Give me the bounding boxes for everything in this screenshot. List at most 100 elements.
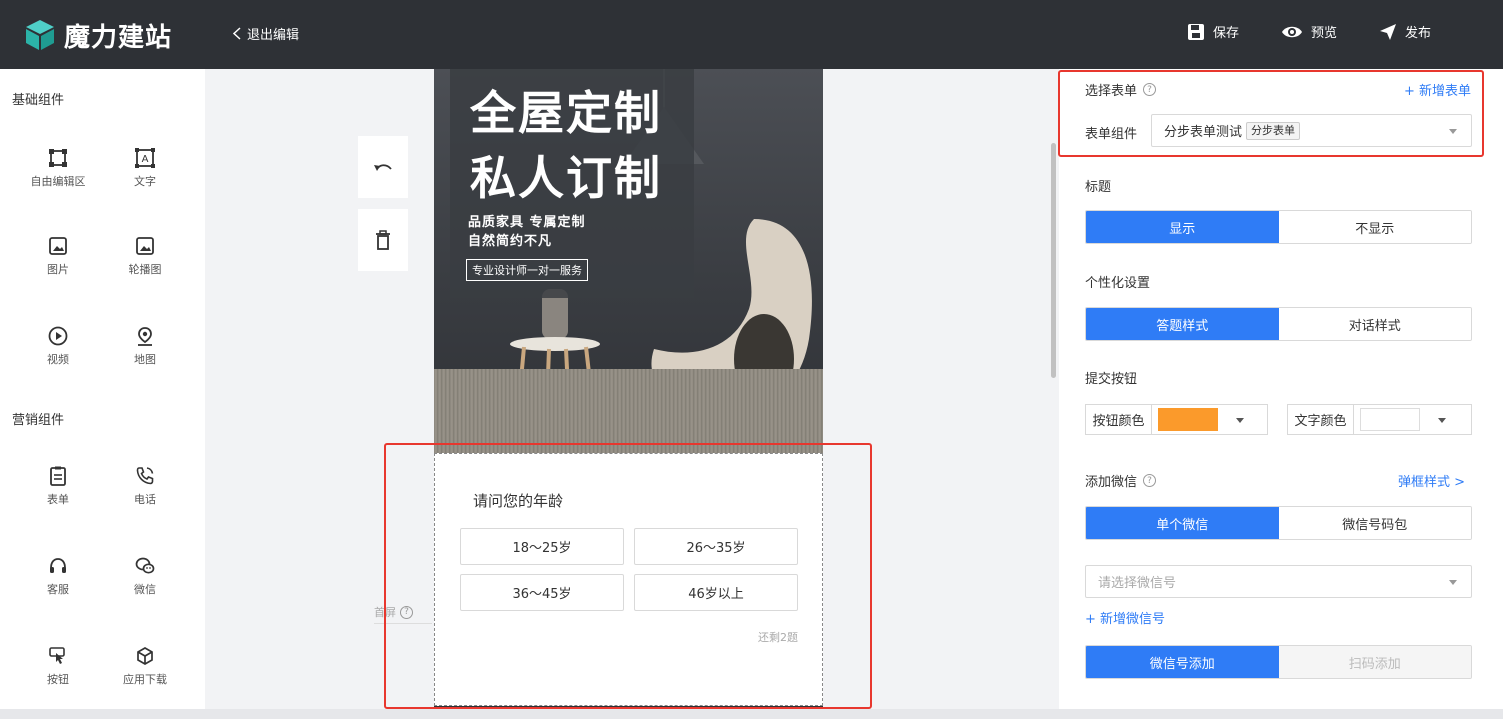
free-edit-area-icon [49, 149, 67, 167]
text-color-label: 文字颜色 [1288, 405, 1354, 434]
hero-subtitle-2: 自然简约不凡 [468, 234, 553, 249]
help-icon[interactable]: ? [1143, 83, 1157, 96]
marketing-components-title: 营销组件 [12, 413, 65, 428]
canvas-scrollbar[interactable] [1051, 143, 1056, 378]
dialog-style-option[interactable]: 对话样式 [1278, 308, 1471, 340]
app-download-label: 应用下载 [123, 673, 167, 686]
bottom-strip [0, 709, 1503, 719]
title-section-label: 标题 [1085, 180, 1112, 195]
eye-icon [1281, 26, 1302, 37]
map-label: 地图 [134, 353, 156, 366]
component-form[interactable]: 表单 [18, 465, 98, 507]
exit-edit-button[interactable]: 退出编辑 [233, 24, 299, 43]
button-color-swatch[interactable] [1158, 408, 1218, 431]
hero-banner[interactable]: 全屋定制 私人订制 品质家具 专属定制 自然简约不凡 专业设计师一对一服务 [434, 69, 823, 453]
text-color-picker[interactable]: 文字颜色 [1287, 404, 1472, 435]
answer-option[interactable]: 36～45岁 [460, 574, 624, 611]
text-icon: A [135, 148, 155, 168]
first-screen-marker: 首屏 ? [374, 604, 413, 620]
undo-icon [374, 164, 392, 171]
wechat-label: 微信 [134, 583, 156, 596]
component-image[interactable]: 图片 [18, 235, 98, 277]
carousel-icon [136, 237, 154, 255]
free-edit-label: 自由编辑区 [30, 175, 86, 188]
add-wechat-heading: 添加微信 ? [1085, 471, 1157, 490]
form-select-value: 分步表单测试 [1164, 125, 1243, 140]
save-label: 保存 [1212, 26, 1239, 41]
rug-illustration [434, 369, 823, 453]
phone-label: 电话 [134, 493, 156, 506]
remaining-questions: 还剩2题 [758, 631, 798, 644]
play-icon [48, 326, 68, 346]
help-icon[interactable]: ? [1143, 474, 1157, 487]
component-free-edit[interactable]: 自由编辑区 [18, 147, 98, 189]
text-color-swatch[interactable] [1360, 408, 1420, 431]
wechat-type-toggle[interactable]: 单个微信 微信号码包 [1085, 506, 1472, 540]
delete-button[interactable] [358, 209, 408, 271]
box-icon [137, 647, 153, 665]
button-label: 按钮 [47, 673, 69, 686]
send-icon [1379, 23, 1396, 40]
first-screen-label: 首屏 [374, 606, 396, 619]
answer-option[interactable]: 18～25岁 [460, 528, 624, 565]
chevron-down-icon [1236, 418, 1244, 423]
component-video[interactable]: 视频 [18, 325, 98, 367]
select-form-heading: 选择表单 ? [1085, 80, 1157, 99]
wechat-icon [135, 557, 155, 574]
undo-button[interactable] [358, 136, 408, 198]
answer-style-option[interactable]: 答题样式 [1086, 308, 1279, 340]
preview-label: 预览 [1310, 26, 1337, 41]
add-form-link[interactable]: + 新增表单 [1404, 80, 1471, 99]
help-icon[interactable]: ? [400, 605, 413, 619]
component-button[interactable]: 按钮 [18, 645, 98, 687]
svg-text:A: A [142, 154, 149, 165]
hero-title-2: 私人订制 [470, 151, 662, 205]
logo: 魔力建站 [22, 17, 172, 53]
personalize-label: 个性化设置 [1085, 276, 1151, 291]
form-icon [50, 466, 66, 486]
component-sidebar: 基础组件 自由编辑区 A 文字 图片 轮播图 视频 地图 营销组件 表单 电话 … [0, 69, 205, 709]
scan-add-option[interactable]: 扫码添加 [1278, 646, 1471, 678]
save-button[interactable]: 保存 [1187, 22, 1239, 41]
popup-style-link[interactable]: 弹框样式 > [1398, 471, 1465, 490]
component-app-download[interactable]: 应用下载 [105, 645, 185, 687]
form-component-label: 表单组件 [1085, 127, 1138, 142]
component-customer-service[interactable]: 客服 [18, 555, 98, 597]
form-component[interactable]: 请问您的年龄 18～25岁 26～35岁 36～45岁 46岁以上 还剩2题 [434, 453, 823, 706]
wechat-select[interactable]: 请选择微信号 [1085, 565, 1472, 598]
publish-button[interactable]: 发布 [1379, 22, 1431, 41]
carousel-label: 轮播图 [128, 263, 162, 276]
style-toggle[interactable]: 答题样式 对话样式 [1085, 307, 1472, 341]
save-icon [1187, 23, 1204, 40]
component-phone[interactable]: 电话 [105, 465, 185, 507]
component-text[interactable]: A 文字 [105, 147, 185, 189]
answer-option[interactable]: 46岁以上 [634, 574, 798, 611]
select-form-title: 选择表单 [1085, 84, 1138, 99]
button-color-picker[interactable]: 按钮颜色 [1085, 404, 1268, 435]
wechat-pack-option[interactable]: 微信号码包 [1278, 507, 1471, 539]
cube-logo-icon [26, 20, 54, 50]
chevron-down-icon [1449, 580, 1457, 585]
submit-button-label: 提交按钮 [1085, 372, 1138, 387]
phone-preview: 全屋定制 私人订制 品质家具 专属定制 自然简约不凡 专业设计师一对一服务 请问… [434, 69, 823, 709]
hero-text-panel: 全屋定制 私人订制 品质家具 专属定制 自然简约不凡 专业设计师一对一服务 [450, 69, 694, 298]
image-label: 图片 [47, 263, 69, 276]
title-toggle[interactable]: 显示 不显示 [1085, 210, 1472, 244]
logo-text: 魔力建站 [64, 22, 173, 53]
form-select[interactable]: 分步表单测试 分步表单 [1151, 114, 1472, 147]
add-wechat-link[interactable]: + 新增微信号 [1085, 608, 1165, 627]
wechat-add-method-toggle[interactable]: 微信号添加 扫码添加 [1085, 645, 1472, 679]
form-label: 表单 [47, 493, 69, 506]
preview-button[interactable]: 预览 [1281, 22, 1337, 41]
map-pin-icon [138, 327, 152, 346]
title-hide-option[interactable]: 不显示 [1278, 211, 1471, 243]
answer-option[interactable]: 26～35岁 [634, 528, 798, 565]
publish-label: 发布 [1404, 26, 1431, 41]
title-show-option[interactable]: 显示 [1086, 211, 1279, 243]
single-wechat-option[interactable]: 单个微信 [1086, 507, 1279, 539]
component-map[interactable]: 地图 [105, 325, 185, 367]
wechat-select-placeholder: 请选择微信号 [1098, 576, 1177, 591]
wechat-id-add-option[interactable]: 微信号添加 [1086, 646, 1279, 678]
component-wechat[interactable]: 微信 [105, 555, 185, 597]
component-carousel[interactable]: 轮播图 [105, 235, 185, 277]
